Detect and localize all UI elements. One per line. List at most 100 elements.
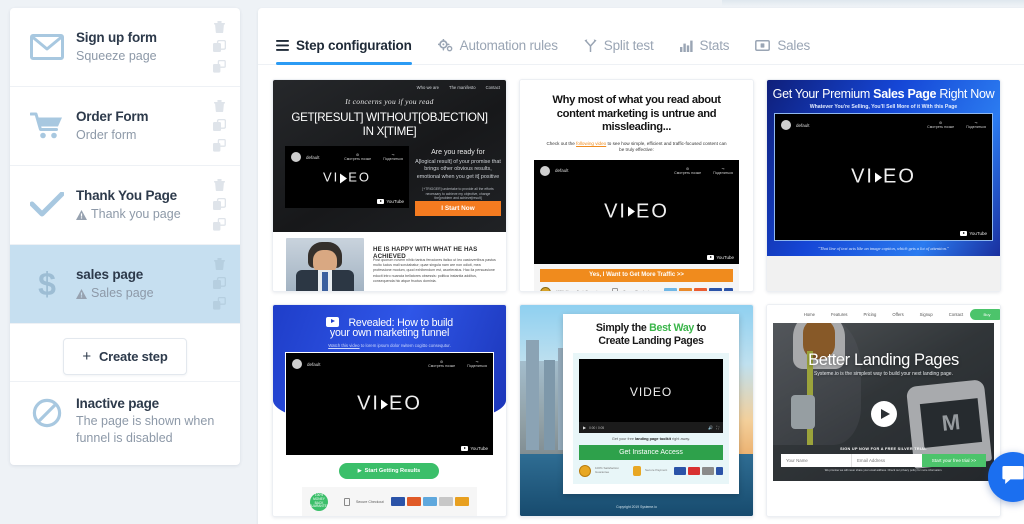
video-actions: ⚙ Смотреть позже ↪ Поделиться <box>674 166 733 175</box>
delete-icon[interactable] <box>213 179 225 192</box>
tpl2-cta-button[interactable]: Yes, I Want to Get More Traffic >> <box>540 268 733 282</box>
play-button[interactable] <box>870 401 897 427</box>
payment-cards <box>674 467 723 475</box>
tpl5-subtext-before: Get your free <box>611 437 636 441</box>
tpl4-headline-line2: your own marketing funnel <box>329 327 450 339</box>
video-header: default ⚙ Смотреть позже ↪ Поделиться <box>285 146 409 168</box>
tpl4-video-player[interactable]: default ⚙ Смотреть позже ↪ Поделиться VI EO … <box>285 352 494 456</box>
tpl6-nav-item[interactable]: Pricing <box>864 312 877 317</box>
step-actions <box>206 258 232 310</box>
duplicate-icon[interactable] <box>212 197 226 211</box>
main-panel: Step configuration Automation rules Spli… <box>258 8 1024 524</box>
tpl5-footer: Copyright 2019 Systeme.io <box>616 505 657 509</box>
steps-card: Sign up form Squeeze page Order Form Ord… <box>10 8 240 465</box>
sidebar-step-thank-you-page[interactable]: Thank You Page Thank you page <box>10 166 240 245</box>
tpl1-headline-line2: IN X[TIME] <box>362 125 417 138</box>
bar-chart-icon <box>679 40 693 52</box>
tpl3-headline: Get Your Premium Sales Page Right Now <box>767 87 1000 101</box>
tpl5-subtext-after: right away. <box>670 437 691 441</box>
fullscreen-icon[interactable]: ⛶ <box>716 425 719 430</box>
tpl5-cta-button[interactable]: Get Instance Access <box>579 445 723 460</box>
tpl5-subtext-link[interactable]: landing page toolkit <box>635 437 671 441</box>
duplicate-icon[interactable] <box>212 276 226 290</box>
tpl1-cta-button[interactable]: I Start Now <box>415 201 501 216</box>
template-card-revealed-funnel[interactable]: Revealed: How to build your own marketin… <box>272 304 507 517</box>
template-card-landing-pages[interactable]: Simply the Best Way to Create Landing Pa… <box>519 304 754 517</box>
tpl1-nav-item: The manifesto <box>449 85 476 90</box>
create-step-label: Create step <box>98 349 168 364</box>
duplicate-icon[interactable] <box>212 118 226 132</box>
tpl2-subtext-link[interactable]: following video <box>576 141 606 146</box>
sidebar-step-sales-page[interactable]: $ sales page Sales page <box>10 245 240 324</box>
delete-icon[interactable] <box>213 258 225 271</box>
tpl6-headline: Better Landing Pages <box>808 351 959 369</box>
template-grid: Who we are The manifesto Contact It conc… <box>258 65 1024 524</box>
step-text: sales page Sales page <box>70 266 206 302</box>
template-card-dark-video[interactable]: Who we are The manifesto Contact It conc… <box>272 79 507 292</box>
template-card-content-marketing[interactable]: Why most of what you read about content … <box>519 79 754 292</box>
inactive-text: Inactive page The page is shown when fun… <box>70 396 228 447</box>
play-icon[interactable]: ▶ <box>583 425 586 430</box>
sidebar-step-order-form[interactable]: Order Form Order form <box>10 87 240 166</box>
delete-icon[interactable] <box>213 100 225 113</box>
sidebar-step-sign-up-form[interactable]: Sign up form Squeeze page <box>10 8 240 87</box>
channel-name: default <box>796 122 810 128</box>
create-step-button[interactable]: + Create step <box>63 338 187 375</box>
tpl6-form-note: SIGN UP NOW FOR A FREE SILVER TRIAL <box>840 447 927 451</box>
tpl4-subtext-rest: to lorem ipsum dolor rwitem cogitto cons… <box>359 343 451 348</box>
tpl6-nav-item[interactable]: Home <box>804 312 815 317</box>
tab-automation-rules[interactable]: Automation rules <box>437 38 558 64</box>
channel-avatar <box>291 152 301 162</box>
copy-link-icon[interactable] <box>212 138 226 152</box>
inactive-page-title: Inactive page <box>76 396 159 411</box>
tpl1-side-text: A[logical result] of your promise that b… <box>415 159 501 180</box>
tpl5-subtext: Get your free landing page toolkit right… <box>579 437 723 441</box>
tpl6-nav-item[interactable]: Offers <box>892 312 903 317</box>
delete-icon[interactable] <box>213 21 225 34</box>
name-input[interactable] <box>781 454 851 467</box>
tab-step-configuration[interactable]: Step configuration <box>276 38 412 65</box>
video-header: default ⚙ Смотреть позже ↪ Поделиться <box>775 114 992 136</box>
tab-label: Split test <box>603 38 654 53</box>
channel-name: default <box>307 361 321 367</box>
youtube-icon: YouTube <box>960 231 987 236</box>
copy-link-icon[interactable] <box>212 296 226 310</box>
template-card-better-landing-pages[interactable]: Home Features Pricing Offers Signup Cont… <box>766 304 1001 517</box>
check-icon <box>24 192 70 218</box>
tpl6-nav-cta-button[interactable]: Buy <box>970 308 1000 320</box>
tpl6-nav-item[interactable]: Contact <box>949 312 963 317</box>
step-subtitle: Thank you page <box>91 207 181 221</box>
video-controls[interactable]: ▶ 0:00 / 0:05 🔊 ⛶ <box>579 422 723 433</box>
video-time: 0:00 / 0:05 <box>589 425 605 430</box>
step-subtitle-wrap: Thank you page <box>76 206 206 223</box>
tpl5-headline-accent: Best Way <box>649 322 695 334</box>
copy-link-icon[interactable] <box>212 217 226 231</box>
duplicate-icon[interactable] <box>212 39 226 53</box>
video-actions: ⚙ Смотреть позже ↪ Поделиться <box>428 360 487 368</box>
window-top-edge <box>722 0 1024 6</box>
step-subtitle: Sales page <box>91 286 154 300</box>
email-input[interactable] <box>851 454 922 467</box>
tpl5-video-player[interactable]: VIDEO ▶ 0:00 / 0:05 🔊 ⛶ <box>579 359 723 433</box>
tpl6-nav-item[interactable]: Signup <box>920 312 933 317</box>
inactive-page-description: The page is shown when funnel is disable… <box>76 414 215 445</box>
tpl6-nav-item[interactable]: Features <box>831 312 848 317</box>
copy-link-icon[interactable] <box>212 59 226 73</box>
branch-icon <box>584 39 597 52</box>
tab-stats[interactable]: Stats <box>679 38 730 64</box>
tpl4-subtext: Watch this video to lorem ipsum dolor rw… <box>293 343 486 348</box>
tpl3-quote: "That line of text acts like an image ca… <box>818 246 949 251</box>
tpl4-cta-button[interactable]: ▶ Start Getting Results <box>339 463 439 479</box>
envelope-icon <box>24 34 70 60</box>
tpl6-cta-button[interactable]: Start your free trial >> <box>922 454 986 467</box>
tab-sales[interactable]: Sales <box>755 38 810 64</box>
volume-icon[interactable]: 🔊 <box>708 425 713 430</box>
tab-split-test[interactable]: Split test <box>584 38 654 64</box>
tpl1-video-player[interactable]: default ⚙ Смотреть позже ↪ Поделиться VI EO … <box>285 146 409 208</box>
template-card-premium-sales[interactable]: Get Your Premium Sales Page Right Now Wh… <box>766 79 1001 292</box>
step-tabs: Step configuration Automation rules Spli… <box>258 8 1024 65</box>
tpl2-video-player[interactable]: default ⚙ Смотреть позже ↪ Поделиться VI EO … <box>534 159 739 264</box>
inactive-page-row[interactable]: Inactive page The page is shown when fun… <box>10 381 240 465</box>
tpl3-video-player[interactable]: default ⚙ Смотреть позже ↪ Поделиться VI EO … <box>774 113 993 241</box>
tpl4-sublink[interactable]: Watch this video <box>328 343 359 348</box>
